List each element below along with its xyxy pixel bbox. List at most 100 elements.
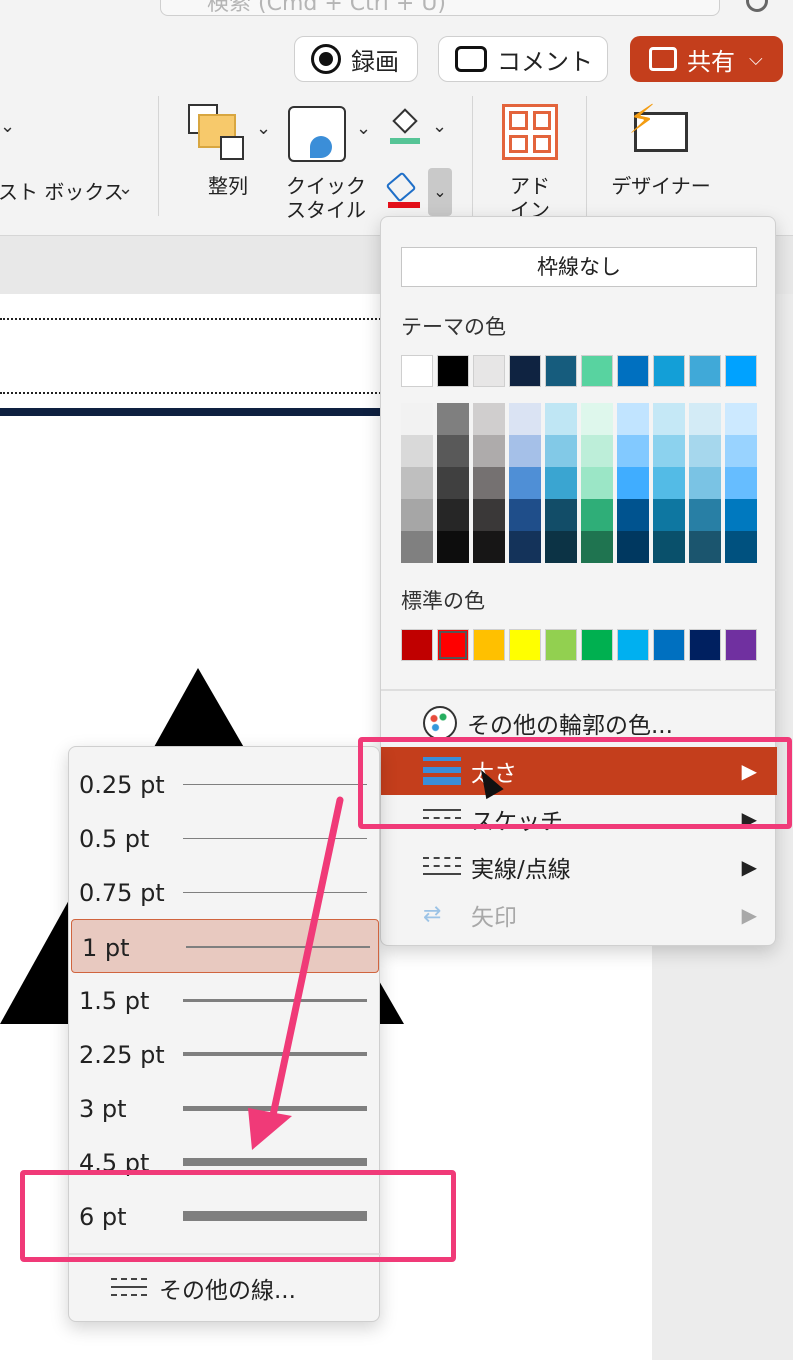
addins-label-line1[interactable]: アド bbox=[500, 174, 560, 199]
theme-tint-swatch[interactable] bbox=[545, 403, 577, 435]
weight-option[interactable]: 1.5 pt bbox=[69, 973, 381, 1027]
theme-tint-swatch[interactable] bbox=[725, 435, 757, 467]
standard-color-swatch[interactable] bbox=[437, 629, 469, 661]
theme-tint-swatch[interactable] bbox=[581, 467, 613, 499]
theme-tint-swatch[interactable] bbox=[437, 531, 469, 563]
chevron-down-icon[interactable]: ⌄ bbox=[0, 116, 15, 137]
theme-tint-swatch[interactable] bbox=[653, 403, 685, 435]
comment-button[interactable]: コメント bbox=[438, 36, 608, 82]
dash-item[interactable]: 実線/点線 ▶ bbox=[381, 843, 777, 891]
account-icon[interactable] bbox=[746, 0, 768, 12]
search-input[interactable]: 検索 (Cmd + Ctrl + U) bbox=[160, 0, 720, 16]
weight-option[interactable]: 0.25 pt bbox=[69, 757, 381, 811]
theme-tint-swatch[interactable] bbox=[545, 435, 577, 467]
theme-color-swatch[interactable] bbox=[401, 355, 433, 387]
more-lines-item[interactable]: その他の線... bbox=[111, 1271, 296, 1305]
theme-tint-swatch[interactable] bbox=[509, 499, 541, 531]
addins-icon[interactable] bbox=[502, 104, 558, 160]
theme-tint-swatch[interactable] bbox=[581, 403, 613, 435]
theme-color-swatch[interactable] bbox=[509, 355, 541, 387]
textbox-label[interactable]: スト ボックス bbox=[0, 180, 124, 205]
chevron-down-icon[interactable]: ⌄ bbox=[432, 116, 447, 137]
weight-option[interactable]: 0.75 pt bbox=[69, 865, 381, 919]
theme-tint-swatch[interactable] bbox=[473, 467, 505, 499]
theme-tint-swatch[interactable] bbox=[473, 403, 505, 435]
theme-tint-swatch[interactable] bbox=[725, 499, 757, 531]
theme-color-swatch[interactable] bbox=[545, 355, 577, 387]
theme-tint-swatch[interactable] bbox=[653, 499, 685, 531]
shape-fill-icon[interactable] bbox=[390, 108, 420, 144]
theme-color-swatch[interactable] bbox=[617, 355, 649, 387]
weight-option[interactable]: 0.5 pt bbox=[69, 811, 381, 865]
theme-tint-swatch[interactable] bbox=[617, 531, 649, 563]
theme-tint-swatch[interactable] bbox=[581, 435, 613, 467]
chevron-down-icon[interactable]: ⌄ bbox=[256, 118, 271, 139]
weight-option[interactable]: 3 pt bbox=[69, 1081, 381, 1135]
theme-color-swatch[interactable] bbox=[725, 355, 757, 387]
theme-tint-swatch[interactable] bbox=[401, 435, 433, 467]
arrange-label[interactable]: 整列 bbox=[198, 174, 258, 199]
theme-color-swatch[interactable] bbox=[581, 355, 613, 387]
theme-tint-swatch[interactable] bbox=[617, 435, 649, 467]
theme-tint-swatch[interactable] bbox=[617, 499, 649, 531]
designer-icon[interactable]: ⚡ bbox=[626, 100, 690, 156]
theme-tint-swatch[interactable] bbox=[401, 499, 433, 531]
chevron-down-icon[interactable]: ⌄ bbox=[356, 118, 371, 139]
theme-color-swatch[interactable] bbox=[653, 355, 685, 387]
quick-style-label-line2[interactable]: スタイル bbox=[280, 198, 372, 223]
arrows-item[interactable]: ⇄ 矢印 ▶ bbox=[381, 891, 777, 939]
standard-color-swatch[interactable] bbox=[509, 629, 541, 661]
theme-tint-swatch[interactable] bbox=[509, 403, 541, 435]
theme-tint-swatch[interactable] bbox=[725, 531, 757, 563]
standard-color-swatch[interactable] bbox=[581, 629, 613, 661]
theme-tint-swatch[interactable] bbox=[689, 403, 721, 435]
theme-tint-swatch[interactable] bbox=[725, 403, 757, 435]
theme-tint-swatch[interactable] bbox=[437, 403, 469, 435]
weight-option[interactable]: 1 pt bbox=[71, 919, 379, 973]
theme-tint-swatch[interactable] bbox=[473, 499, 505, 531]
theme-tint-swatch[interactable] bbox=[509, 435, 541, 467]
theme-tint-swatch[interactable] bbox=[653, 467, 685, 499]
theme-tint-swatch[interactable] bbox=[653, 435, 685, 467]
theme-tint-swatch[interactable] bbox=[401, 531, 433, 563]
theme-tint-swatch[interactable] bbox=[617, 467, 649, 499]
chevron-down-icon[interactable]: ⌄ bbox=[118, 178, 133, 199]
quick-style-icon[interactable] bbox=[288, 106, 346, 162]
designer-label[interactable]: デザイナー bbox=[606, 174, 716, 199]
theme-tint-swatch[interactable] bbox=[437, 467, 469, 499]
theme-tint-swatch[interactable] bbox=[689, 531, 721, 563]
chevron-down-icon[interactable]: ⌵ bbox=[749, 49, 763, 70]
shape-outline-button[interactable]: ⌄ bbox=[378, 168, 452, 216]
theme-tint-swatch[interactable] bbox=[689, 467, 721, 499]
theme-tint-swatch[interactable] bbox=[545, 499, 577, 531]
standard-color-swatch[interactable] bbox=[473, 629, 505, 661]
standard-color-swatch[interactable] bbox=[725, 629, 757, 661]
theme-tint-swatch[interactable] bbox=[437, 435, 469, 467]
theme-tint-swatch[interactable] bbox=[401, 467, 433, 499]
arrange-icon[interactable] bbox=[188, 104, 246, 160]
theme-tint-swatch[interactable] bbox=[509, 531, 541, 563]
theme-tint-swatch[interactable] bbox=[725, 467, 757, 499]
theme-tint-swatch[interactable] bbox=[473, 531, 505, 563]
theme-tint-swatch[interactable] bbox=[581, 531, 613, 563]
theme-tint-swatch[interactable] bbox=[581, 499, 613, 531]
theme-tint-swatch[interactable] bbox=[545, 467, 577, 499]
theme-tint-swatch[interactable] bbox=[689, 499, 721, 531]
theme-color-swatch[interactable] bbox=[473, 355, 505, 387]
no-outline-button[interactable]: 枠線なし bbox=[401, 247, 757, 287]
standard-color-swatch[interactable] bbox=[617, 629, 649, 661]
chevron-down-icon[interactable]: ⌄ bbox=[428, 168, 452, 216]
theme-color-swatch[interactable] bbox=[437, 355, 469, 387]
standard-color-swatch[interactable] bbox=[689, 629, 721, 661]
record-button[interactable]: 録画 bbox=[294, 36, 418, 82]
theme-tint-swatch[interactable] bbox=[689, 435, 721, 467]
theme-tint-swatch[interactable] bbox=[653, 531, 685, 563]
weight-option[interactable]: 2.25 pt bbox=[69, 1027, 381, 1081]
theme-tint-swatch[interactable] bbox=[437, 499, 469, 531]
theme-tint-swatch[interactable] bbox=[545, 531, 577, 563]
share-button[interactable]: 共有 ⌵ bbox=[630, 36, 783, 82]
theme-tint-swatch[interactable] bbox=[473, 435, 505, 467]
quick-style-label-line1[interactable]: クイック bbox=[280, 174, 372, 199]
theme-tint-swatch[interactable] bbox=[509, 467, 541, 499]
theme-tint-swatch[interactable] bbox=[617, 403, 649, 435]
